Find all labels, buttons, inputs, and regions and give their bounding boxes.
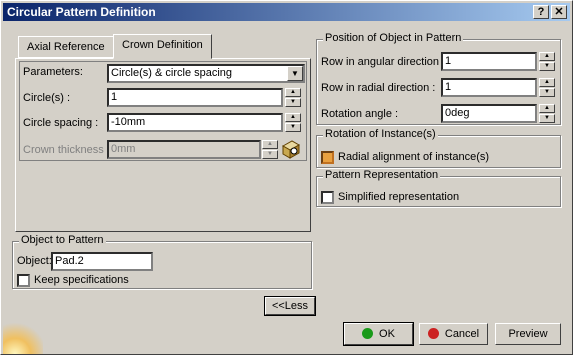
object-value: Pad.2 (55, 255, 84, 267)
ok-icon (362, 328, 374, 339)
radial-row-spinner[interactable]: ▲ ▼ (539, 78, 555, 97)
spin-up-icon[interactable]: ▲ (539, 78, 555, 87)
preview-button[interactable]: Preview (495, 323, 561, 345)
thickness-value: 0mm (111, 143, 136, 155)
spin-up-icon[interactable]: ▲ (539, 52, 555, 61)
representation-title: Pattern Representation (323, 169, 441, 181)
spin-down-icon[interactable]: ▼ (539, 62, 555, 71)
title-bar[interactable]: Circular Pattern Definition ? ✕ (3, 3, 570, 21)
rotation-instances-title: Rotation of Instance(s) (323, 128, 438, 140)
cancel-icon (427, 328, 439, 339)
rotation-angle-input[interactable]: 0deg (441, 104, 537, 123)
dialog-window: Circular Pattern Definition ? ✕ Axial Re… (0, 0, 573, 355)
cancel-label: Cancel (444, 328, 480, 340)
spin-down-icon[interactable]: ▼ (285, 98, 301, 107)
radial-row-input[interactable]: 1 (441, 78, 537, 97)
thickness-label: Crown thickness : (23, 144, 110, 156)
angular-row-label: Row in angular direction : (321, 56, 446, 68)
chevron-down-icon[interactable]: ▼ (287, 66, 303, 81)
parameters-label: Parameters: (23, 66, 83, 78)
object-group-title: Object to Pattern (19, 234, 106, 246)
ok-button[interactable]: OK (343, 322, 414, 346)
tab-crown-definition[interactable]: Crown Definition (113, 34, 212, 59)
corner-logo-icon (3, 319, 43, 354)
spacing-input[interactable]: -10mm (107, 113, 283, 132)
angular-row-input[interactable]: 1 (441, 52, 537, 71)
thickness-spinner: ▲ ▼ (262, 140, 278, 159)
spin-down-icon[interactable]: ▼ (285, 123, 301, 132)
spin-up-icon[interactable]: ▲ (285, 88, 301, 97)
cancel-button[interactable]: Cancel (419, 323, 488, 345)
circles-spinner[interactable]: ▲ ▼ (285, 88, 301, 107)
circles-label: Circle(s) : (23, 92, 71, 104)
spacing-spinner[interactable]: ▲ ▼ (285, 113, 301, 132)
spin-down-icon[interactable]: ▼ (539, 114, 555, 123)
tab-crown-definition-label: Crown Definition (122, 39, 203, 51)
circles-input[interactable]: 1 (107, 88, 283, 107)
spin-up-icon[interactable]: ▲ (285, 113, 301, 122)
spin-down-icon: ▼ (262, 150, 278, 159)
angular-row-value: 1 (445, 55, 452, 67)
keep-specifications-label[interactable]: Keep specifications (34, 274, 129, 286)
radial-row-label: Row in radial direction : (321, 82, 436, 94)
ok-label: OK (379, 328, 395, 340)
circles-value: 1 (111, 91, 118, 103)
radial-alignment-checkbox[interactable] (321, 151, 334, 164)
object-input[interactable]: Pad.2 (51, 252, 153, 271)
window-title: Circular Pattern Definition (7, 5, 156, 19)
rotation-angle-value: 0deg (445, 107, 470, 119)
position-group-title: Position of Object in Pattern (323, 32, 464, 44)
parameters-value: Circle(s) & circle spacing (111, 67, 233, 79)
rotation-angle-label: Rotation angle : (321, 108, 399, 120)
parameters-dropdown[interactable]: Circle(s) & circle spacing (107, 64, 305, 83)
simplified-representation-checkbox[interactable] (321, 191, 334, 204)
radial-row-value: 1 (445, 81, 452, 93)
angular-row-spinner[interactable]: ▲ ▼ (539, 52, 555, 71)
spacing-label: Circle spacing : (23, 117, 99, 129)
spin-up-icon: ▲ (262, 140, 278, 149)
spin-up-icon[interactable]: ▲ (539, 104, 555, 113)
tab-axial-reference-label: Axial Reference (27, 41, 105, 53)
keep-specifications-checkbox[interactable] (17, 274, 30, 287)
simplified-representation-label[interactable]: Simplified representation (338, 191, 459, 203)
radial-alignment-label[interactable]: Radial alignment of instance(s) (338, 151, 489, 163)
close-button[interactable]: ✕ (551, 5, 567, 19)
spacing-value: -10mm (111, 116, 146, 128)
less-button[interactable]: <<Less (264, 296, 316, 316)
spin-down-icon[interactable]: ▼ (539, 88, 555, 97)
rotation-angle-spinner[interactable]: ▲ ▼ (539, 104, 555, 123)
tab-axial-reference[interactable]: Axial Reference (18, 36, 114, 58)
help-button[interactable]: ? (533, 5, 549, 19)
thickness-input: 0mm (107, 140, 261, 159)
object-label: Object: (17, 255, 52, 267)
thickness-options-icon[interactable] (280, 138, 302, 160)
